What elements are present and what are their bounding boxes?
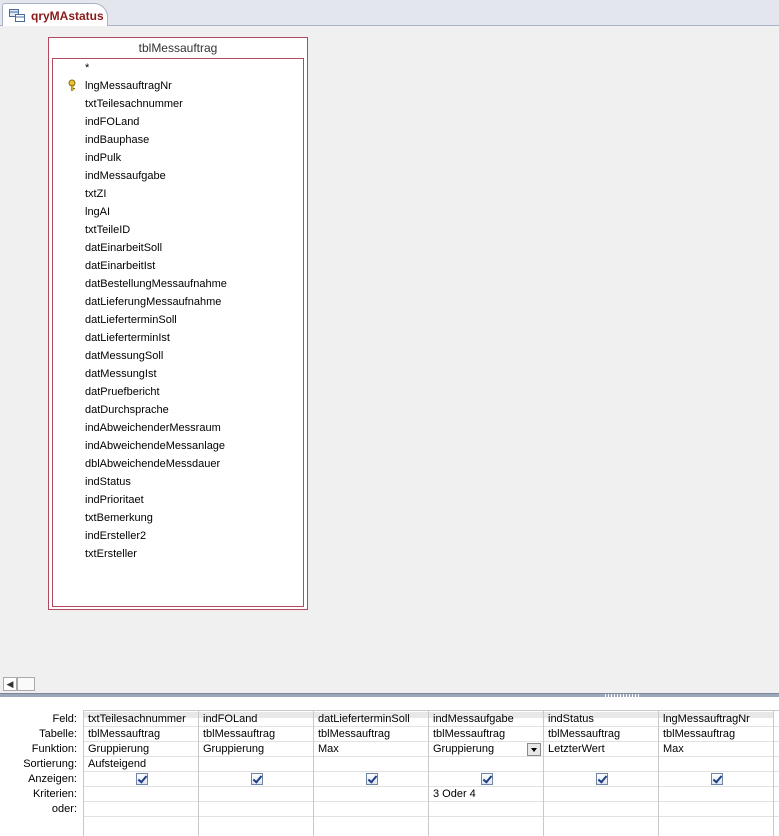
grid-column[interactable]: indStatus tblMessauftrag LetzterWert xyxy=(543,711,658,836)
grid-column[interactable]: datLieferterminSoll tblMessauftrag Max xyxy=(313,711,428,836)
cell-tabelle[interactable]: tblMessauftrag xyxy=(88,728,160,740)
show-checkbox[interactable] xyxy=(136,773,148,785)
field-item[interactable]: datLieferungMessaufnahme xyxy=(85,296,221,308)
field-item[interactable]: lngMessauftragNr xyxy=(85,80,172,92)
cell-feld[interactable]: lngMessauftragNr xyxy=(663,713,750,725)
primary-key-icon xyxy=(68,79,76,91)
field-item[interactable]: txtTeileID xyxy=(85,224,130,236)
cell-funktion[interactable]: Gruppierung xyxy=(88,743,149,755)
cell-feld[interactable]: indStatus xyxy=(548,713,594,725)
field-item[interactable]: txtZI xyxy=(85,188,106,200)
row-label-kriterien: Kriterien: xyxy=(32,788,77,800)
dropdown-arrow-icon[interactable] xyxy=(527,743,541,756)
cell-tabelle[interactable]: tblMessauftrag xyxy=(548,728,620,740)
field-item[interactable]: datEinarbeitSoll xyxy=(85,242,162,254)
field-list: * lngMessauftragNr txtTeilesachnummer in… xyxy=(52,58,304,607)
cell-sortierung[interactable]: Aufsteigend xyxy=(88,758,146,770)
cell-funktion[interactable]: Gruppierung xyxy=(203,743,264,755)
cell-funktion[interactable]: Max xyxy=(318,743,339,755)
grid-column-partial[interactable] xyxy=(773,711,779,836)
field-item[interactable]: datMessungSoll xyxy=(85,350,163,362)
query-design-area[interactable]: tblMessauftrag * lngMessauftragNr txtTei… xyxy=(0,26,779,676)
field-item[interactable]: indStatus xyxy=(85,476,131,488)
show-checkbox[interactable] xyxy=(711,773,723,785)
row-label-feld: Feld: xyxy=(52,713,77,725)
show-checkbox[interactable] xyxy=(596,773,608,785)
cell-funktion[interactable]: Max xyxy=(663,743,684,755)
query-tab[interactable]: qryMAstatus xyxy=(2,3,108,27)
field-item[interactable]: datPruefbericht xyxy=(85,386,160,398)
field-item[interactable]: indAbweichenderMessraum xyxy=(85,422,221,434)
grid-column[interactable]: indFOLand tblMessauftrag Gruppierung xyxy=(198,711,313,836)
document-tab-bar: qryMAstatus xyxy=(0,0,779,27)
field-item[interactable]: indFOLand xyxy=(85,116,139,128)
field-item[interactable]: dblAbweichendeMessdauer xyxy=(85,458,220,470)
grid-columns: txtTeilesachnummer tblMessauftrag Gruppi… xyxy=(83,710,779,836)
show-checkbox[interactable] xyxy=(366,773,378,785)
row-label-oder: oder: xyxy=(51,803,77,815)
query-design-grid: Feld: Tabelle: Funktion: Sortierung: Anz… xyxy=(0,697,779,836)
design-horizontal-scrollbar[interactable]: ◀ xyxy=(0,676,779,693)
cell-feld[interactable]: datLieferterminSoll xyxy=(318,713,410,725)
show-checkbox[interactable] xyxy=(481,773,493,785)
field-list-title[interactable]: tblMessauftrag xyxy=(49,38,307,58)
field-item[interactable]: datLieferterminSoll xyxy=(85,314,177,326)
field-item[interactable]: datEinarbeitIst xyxy=(85,260,155,272)
field-item[interactable]: indAbweichendeMessanlage xyxy=(85,440,225,452)
field-item[interactable]: datDurchsprache xyxy=(85,404,169,416)
field-item[interactable]: indPulk xyxy=(85,152,121,164)
cell-tabelle[interactable]: tblMessauftrag xyxy=(203,728,275,740)
field-item[interactable]: indBauphase xyxy=(85,134,149,146)
field-item[interactable]: indPrioritaet xyxy=(85,494,144,506)
field-item-all[interactable]: * xyxy=(85,62,89,74)
grid-column[interactable]: lngMessauftragNr tblMessauftrag Max xyxy=(658,711,773,836)
cell-feld[interactable]: indFOLand xyxy=(203,713,257,725)
field-item[interactable]: datMessungIst xyxy=(85,368,157,380)
scroll-left-arrow-icon[interactable]: ◀ xyxy=(3,677,17,691)
field-item[interactable]: txtBemerkung xyxy=(85,512,153,524)
row-label-anzeigen: Anzeigen: xyxy=(28,773,77,785)
field-list-window[interactable]: tblMessauftrag * lngMessauftragNr txtTei… xyxy=(48,37,308,610)
field-item[interactable]: datLieferterminIst xyxy=(85,332,170,344)
row-label-tabelle: Tabelle: xyxy=(39,728,77,740)
field-item[interactable]: txtTeilesachnummer xyxy=(85,98,183,110)
cell-tabelle[interactable]: tblMessauftrag xyxy=(433,728,505,740)
field-item[interactable]: txtErsteller xyxy=(85,548,137,560)
show-checkbox[interactable] xyxy=(251,773,263,785)
cell-feld[interactable]: indMessaufgabe xyxy=(433,713,514,725)
cell-funktion[interactable]: Gruppierung xyxy=(433,743,494,755)
query-icon xyxy=(9,9,25,22)
field-item[interactable]: indErsteller2 xyxy=(85,530,146,542)
cell-tabelle[interactable]: tblMessauftrag xyxy=(663,728,735,740)
row-label-funktion: Funktion: xyxy=(31,743,77,755)
field-item[interactable]: indMessaufgabe xyxy=(85,170,166,182)
grid-column[interactable]: indMessaufgabe tblMessauftrag Gruppierun… xyxy=(428,711,543,836)
grid-column[interactable]: txtTeilesachnummer tblMessauftrag Gruppi… xyxy=(83,711,198,836)
cell-kriterien[interactable]: 3 Oder 4 xyxy=(433,788,476,800)
cell-feld[interactable]: txtTeilesachnummer xyxy=(88,713,186,725)
field-item[interactable]: lngAI xyxy=(85,206,110,218)
row-label-sortierung: Sortierung: xyxy=(23,758,77,770)
grid-row-labels: Feld: Tabelle: Funktion: Sortierung: Anz… xyxy=(0,697,83,836)
cell-tabelle[interactable]: tblMessauftrag xyxy=(318,728,390,740)
cell-funktion[interactable]: LetzterWert xyxy=(548,743,605,755)
scroll-thumb[interactable] xyxy=(17,677,35,691)
query-tab-label: qryMAstatus xyxy=(31,9,104,23)
field-item[interactable]: datBestellungMessaufnahme xyxy=(85,278,227,290)
